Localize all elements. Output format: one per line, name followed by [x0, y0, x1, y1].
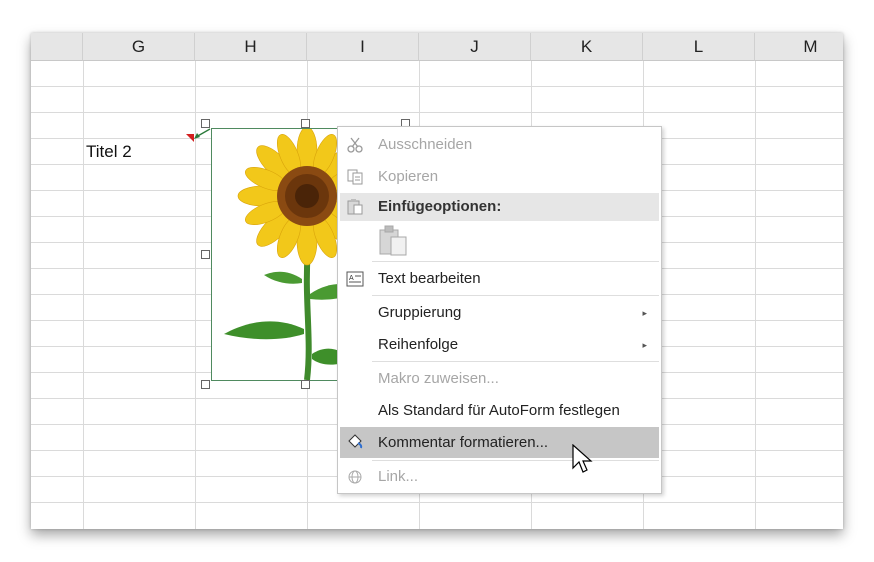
menu-separator	[372, 261, 659, 262]
scissors-icon	[347, 137, 363, 153]
menu-item-label: Gruppierung	[378, 304, 462, 321]
column-header-h[interactable]: H	[195, 33, 307, 61]
menu-item-label: Reihenfolge	[378, 336, 459, 353]
menu-separator	[372, 295, 659, 296]
menu-separator	[372, 460, 659, 461]
grid-line	[31, 502, 843, 503]
menu-item-cut[interactable]: Ausschneiden	[340, 131, 659, 159]
grid-line	[83, 61, 84, 529]
text-edit-icon: A	[346, 271, 364, 287]
column-header-l[interactable]: L	[643, 33, 755, 61]
menu-item-assign-macro[interactable]: Makro zuweisen...	[340, 365, 659, 393]
paste-option-icon[interactable]	[378, 225, 408, 257]
menu-item-link[interactable]: Link...	[340, 463, 659, 491]
context-menu: Ausschneiden Kopieren Einfügeoptionen: A	[337, 126, 662, 494]
menu-item-format-comment[interactable]: Kommentar formatieren...	[340, 427, 659, 458]
column-header-g[interactable]: G	[83, 33, 195, 61]
svg-text:A: A	[349, 275, 354, 282]
menu-item-order[interactable]: Reihenfolge ▸	[340, 331, 659, 359]
menu-item-copy[interactable]: Kopieren	[340, 163, 659, 191]
submenu-arrow-icon: ▸	[642, 308, 647, 318]
format-paint-icon	[348, 434, 363, 449]
menu-item-edit-text[interactable]: A Text bearbeiten	[340, 265, 659, 293]
cell-g-title[interactable]: Titel 2	[86, 142, 132, 162]
column-header-i[interactable]: I	[307, 33, 419, 61]
resize-handle[interactable]	[201, 380, 210, 389]
resize-handle[interactable]	[201, 119, 210, 128]
column-header-corner[interactable]	[31, 33, 83, 61]
link-icon	[348, 470, 362, 484]
comment-indicator-icon	[186, 128, 211, 142]
grid-line	[755, 61, 756, 529]
grid-line	[31, 112, 843, 113]
menu-item-label: Einfügeoptionen:	[378, 198, 502, 215]
column-header-j[interactable]: J	[419, 33, 531, 61]
menu-item-label: Makro zuweisen...	[378, 370, 499, 387]
paste-options-header: Einfügeoptionen:	[340, 193, 659, 221]
menu-item-set-default[interactable]: Als Standard für AutoForm festlegen	[340, 397, 659, 425]
column-header-k[interactable]: K	[531, 33, 643, 61]
menu-item-label: Text bearbeiten	[378, 270, 481, 287]
clipboard-icon	[347, 199, 363, 215]
menu-item-label: Kommentar formatieren...	[378, 434, 549, 451]
menu-item-label: Link...	[378, 468, 419, 485]
resize-handle[interactable]	[301, 380, 310, 389]
mouse-cursor-icon	[572, 444, 593, 473]
column-header-m[interactable]: M	[755, 33, 843, 61]
submenu-arrow-icon: ▸	[642, 340, 647, 350]
resize-handle[interactable]	[301, 119, 310, 128]
menu-separator	[372, 361, 659, 362]
menu-item-grouping[interactable]: Gruppierung ▸	[340, 299, 659, 327]
grid-line	[31, 86, 843, 87]
menu-item-label: Als Standard für AutoForm festlegen	[378, 402, 620, 419]
copy-icon	[347, 169, 363, 185]
resize-handle[interactable]	[201, 250, 210, 259]
menu-item-label: Ausschneiden	[378, 136, 473, 153]
menu-item-label: Kopieren	[378, 168, 439, 185]
